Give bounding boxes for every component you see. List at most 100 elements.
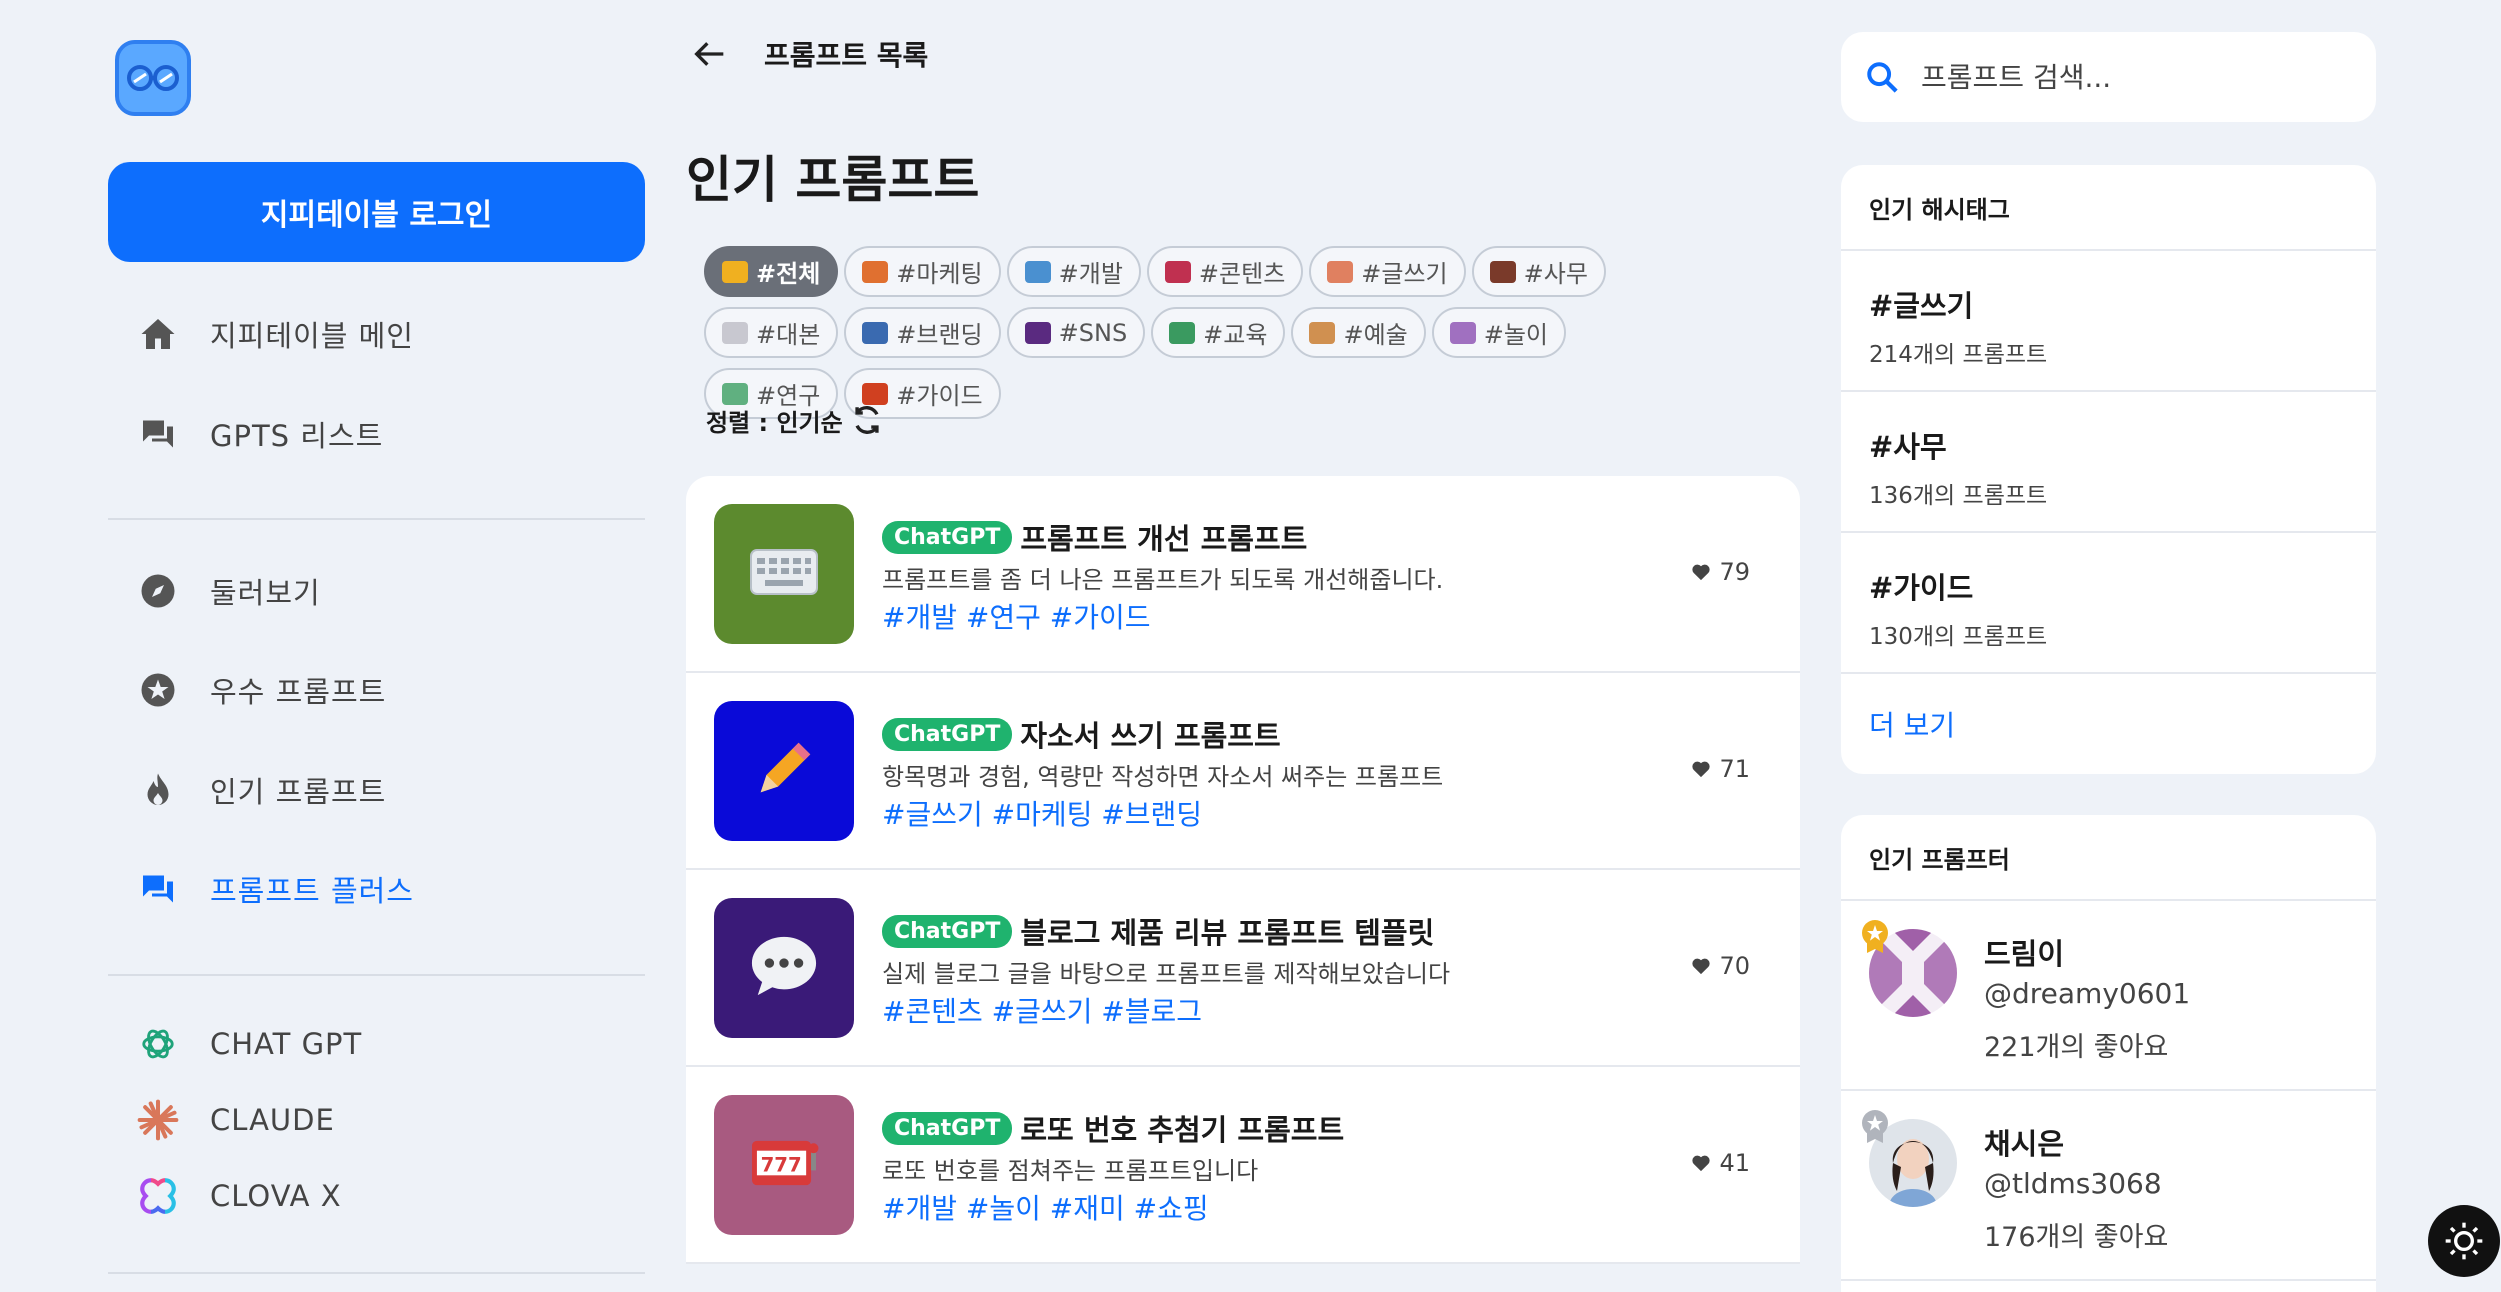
nav-item-label: CLAUDE — [210, 1103, 335, 1137]
clova-icon — [136, 1174, 180, 1218]
search-box — [1841, 32, 2376, 122]
divider — [108, 974, 645, 976]
tag-label: #개발 — [1058, 260, 1123, 288]
nav-item-main[interactable]: 지피테이블 메인 — [136, 304, 414, 364]
like-count-value: 70 — [1719, 952, 1750, 980]
nav-item-label: CLOVA X — [210, 1179, 342, 1213]
search-icon — [1867, 62, 1898, 93]
prompt-thumbnail — [714, 898, 854, 1038]
chat-icon — [136, 412, 180, 456]
tag-emoji-icon — [1327, 260, 1354, 283]
nav-item-label: GPTS 리스트 — [210, 419, 384, 453]
prompter-name: 채시은 — [1984, 1127, 2065, 1161]
fire-icon — [136, 768, 180, 812]
hashtag-item[interactable]: #글쓰기 214개의 프롬프트 — [1841, 251, 2376, 392]
heart-icon — [1692, 564, 1711, 581]
hashtag-item[interactable]: #가이드 130개의 프롬프트 — [1841, 533, 2376, 674]
more-hashtags-link[interactable]: 더 보기 — [1841, 674, 2376, 774]
tag-label: #콘텐츠 — [1198, 260, 1286, 288]
home-icon — [136, 312, 180, 356]
like-count-value: 41 — [1719, 1149, 1750, 1177]
back-button[interactable] — [686, 30, 734, 78]
prompt-title-row: ChatGPT 자소서 쓰기 프롬프트 — [882, 713, 1281, 755]
speech-bubble-icon — [749, 933, 819, 1003]
prompter-item[interactable]: 드림이 @dreamy0601 221개의 좋아요 — [1841, 901, 2376, 1091]
nav-item-excellent[interactable]: 우수 프롬프트 — [136, 660, 386, 720]
prompt-description: 항목명과 경험, 역량만 작성하면 자소서 써주는 프롬프트 — [882, 763, 1444, 791]
glasses-icon — [127, 65, 179, 91]
tag-chip[interactable]: #브랜딩 — [844, 307, 1001, 358]
gptable-logo[interactable] — [115, 40, 191, 116]
prompt-hashtags[interactable]: #글쓰기 #마케팅 #브랜딩 — [882, 793, 1202, 833]
prompt-hashtags[interactable]: #개발 #놀이 #재미 #쇼핑 — [882, 1187, 1209, 1227]
nav-item-label: 지피테이블 메인 — [210, 319, 414, 353]
hashtag-name: #가이드 — [1869, 571, 1974, 605]
like-count[interactable]: 71 — [1691, 755, 1750, 783]
prompt-card[interactable]: ChatGPT 자소서 쓰기 프롬프트항목명과 경험, 역량만 작성하면 자소서 … — [686, 673, 1800, 870]
tag-chip[interactable]: #사무 — [1471, 246, 1606, 297]
search-input[interactable] — [1921, 60, 2341, 94]
tag-emoji-icon — [1489, 260, 1516, 283]
prompt-card[interactable]: ChatGPT 프롬프트 개선 프롬프트 프롬프트를 좀 더 나은 프롬프트가 되도… — [686, 476, 1800, 673]
tag-chip[interactable]: #예술 — [1291, 307, 1426, 358]
prompt-description: 프롬프트를 좀 더 나은 프롬프트가 되도록 개선해줍니다. — [882, 566, 1444, 594]
prompt-hashtags[interactable]: #개발 #연구 #가이드 — [882, 596, 1151, 636]
prompt-card[interactable]: 777 ChatGPT 로또 번호 추첨기 프롬프트 로또 번호를 점쳐주는 프롬프트… — [686, 1067, 1800, 1264]
hashtag-count: 214개의 프롬프트 — [1869, 342, 2048, 368]
tag-emoji-icon — [1024, 321, 1051, 344]
prompter-item[interactable]: 채시은 @tldms3068 176개의 좋아요 — [1841, 1091, 2376, 1281]
tag-chip[interactable]: #교육 — [1151, 307, 1286, 358]
tag-chip[interactable]: #대본 — [704, 307, 839, 358]
topbar: 프롬프트 목록 — [686, 30, 928, 78]
page-title: 인기 프롬프트 — [686, 151, 980, 209]
tag-chip[interactable]: #마케팅 — [844, 246, 1001, 297]
tag-chip[interactable]: #놀이 — [1431, 307, 1567, 358]
refresh-icon[interactable] — [847, 400, 887, 440]
tag-chip[interactable]: #SNS — [1006, 307, 1146, 358]
tag-label: #대본 — [756, 321, 821, 349]
prompter-likes: 221개의 좋아요 — [1984, 1032, 2169, 1063]
tag-label: #브랜딩 — [896, 321, 983, 349]
prompt-thumbnail — [714, 504, 854, 644]
tag-chip[interactable]: #콘텐츠 — [1146, 246, 1304, 297]
slot-machine-icon: 777 — [746, 1131, 822, 1199]
nav-item-claude[interactable]: CLAUDE — [136, 1090, 335, 1150]
tag-emoji-icon — [1164, 260, 1191, 283]
panel-title: 인기 프롬프터 — [1841, 815, 2376, 901]
nav-item-gpts-list[interactable]: GPTS 리스트 — [136, 404, 383, 464]
tag-emoji-icon — [1169, 321, 1196, 344]
prompt-thumbnail: 777 — [714, 1095, 854, 1235]
nav-item-clova[interactable]: CLOVA X — [136, 1166, 342, 1226]
sidebar: 지피테이블 로그인 지피테이블 메인 GPTS 리스트 둘러보기 우수 프롬프트… — [108, 0, 645, 1292]
keyboard-icon — [749, 548, 819, 600]
tag-label: #가이드 — [896, 382, 983, 410]
prompt-description: 로또 번호를 점쳐주는 프롬프트입니다 — [882, 1157, 1259, 1185]
tag-chip[interactable]: #개발 — [1006, 246, 1141, 297]
hashtag-name: #글쓰기 — [1869, 289, 1974, 323]
svg-text:777: 777 — [761, 1154, 802, 1177]
tag-label: #마케팅 — [896, 260, 983, 288]
prompt-card[interactable]: ChatGPT 블로그 제품 리뷰 프롬프트 템플릿 실제 블로그 글을 바탕으로 … — [686, 870, 1800, 1067]
login-button[interactable]: 지피테이블 로그인 — [108, 162, 645, 262]
like-count[interactable]: 41 — [1691, 1149, 1750, 1177]
popular-prompters-panel: 인기 프롬프터 드림이 @dreamy0601 221개의 좋아요 채시은 @t… — [1841, 815, 2376, 1292]
openai-icon — [136, 1022, 180, 1066]
tag-chip[interactable]: #전체 — [704, 246, 839, 297]
nav-item-popular[interactable]: 인기 프롬프트 — [136, 760, 386, 820]
hashtag-item[interactable]: #사무 136개의 프롬프트 — [1841, 392, 2376, 533]
panel-title: 인기 해시태그 — [1841, 165, 2376, 251]
nav-item-label: 둘러보기 — [210, 576, 321, 610]
tag-emoji-icon — [862, 260, 889, 283]
prompt-hashtags[interactable]: #콘텐츠 #글쓰기 #블로그 — [882, 990, 1202, 1030]
nav-item-chatgpt[interactable]: CHAT GPT — [136, 1014, 362, 1074]
like-count[interactable]: 70 — [1691, 952, 1750, 980]
nav-item-explore[interactable]: 둘러보기 — [136, 561, 321, 621]
prompter-likes: 176개의 좋아요 — [1984, 1222, 2169, 1253]
divider — [108, 518, 645, 520]
tag-filter-list: #전체 #마케팅 #개발 #콘텐츠 #글쓰기 #사무 #대본 #브랜딩 #SNS #교육 #예술 #놀… — [704, 246, 1704, 419]
model-badge: ChatGPT — [882, 520, 1013, 554]
nav-item-prompt-plus[interactable]: 프롬프트 플러스 — [136, 859, 414, 919]
theme-toggle-button[interactable] — [2428, 1205, 2500, 1277]
like-count[interactable]: 79 — [1691, 558, 1750, 586]
tag-chip[interactable]: #글쓰기 — [1309, 246, 1466, 297]
